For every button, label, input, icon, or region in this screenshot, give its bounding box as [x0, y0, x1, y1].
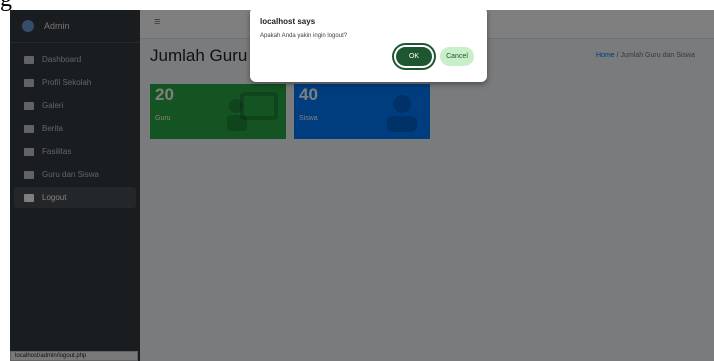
browser-viewport: Admin Dashboard Profil Sekolah Galeri Be… — [10, 10, 714, 361]
cancel-button[interactable]: Cancel — [440, 47, 474, 66]
alert-dialog: localhost says Apakah Anda yakin ingin l… — [250, 10, 487, 82]
dialog-message: Apakah Anda yakin ingin logout? — [260, 33, 348, 39]
dialog-origin: localhost says — [260, 17, 316, 26]
ok-button[interactable]: OK — [396, 47, 432, 66]
